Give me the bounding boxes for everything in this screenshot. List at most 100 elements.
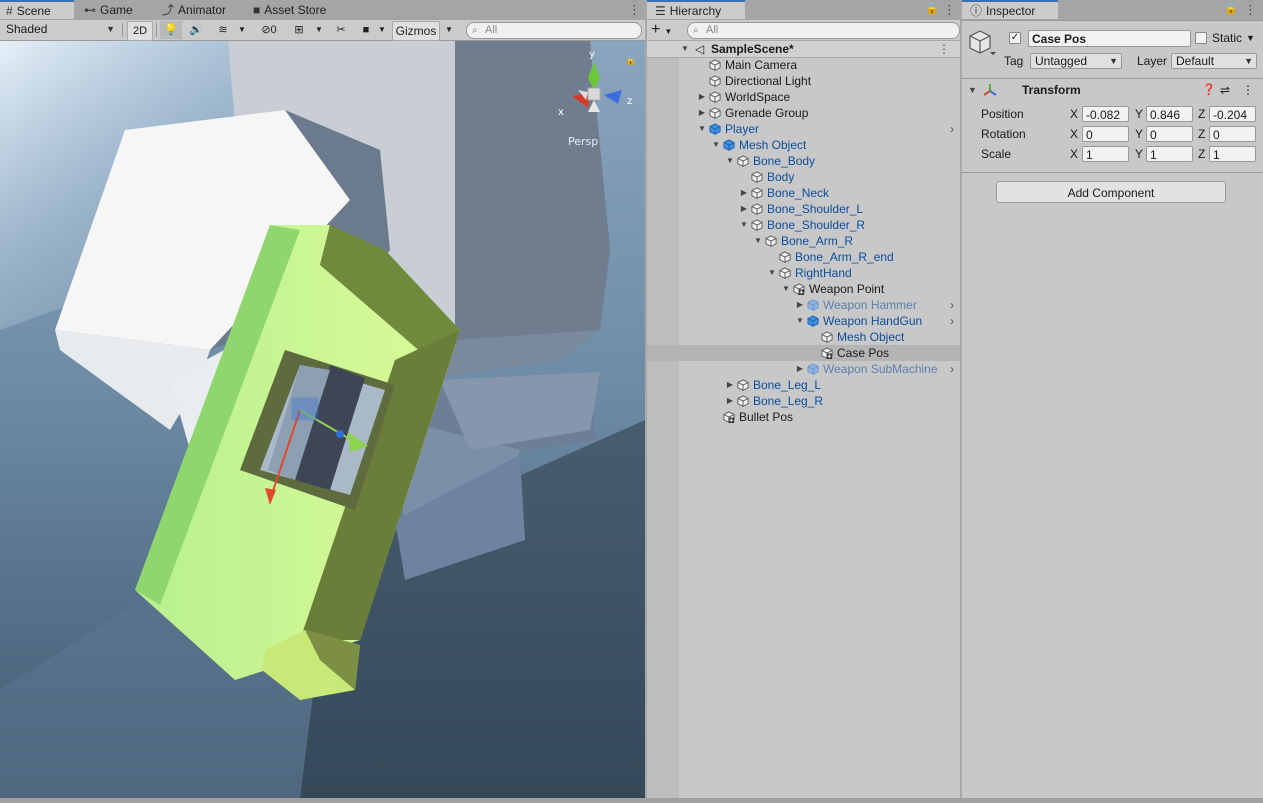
chevron-right-icon[interactable]: ›: [950, 361, 954, 377]
y-axis-label[interactable]: Y: [1135, 106, 1143, 122]
tab-hierarchy[interactable]: ☰ Hierarchy: [647, 0, 745, 19]
hierarchy-row[interactable]: ▼ Mesh Object: [647, 137, 960, 153]
gizmos-button[interactable]: Gizmos: [392, 21, 440, 41]
rotation-x-field[interactable]: 0: [1082, 126, 1129, 142]
collapsed-arrow-icon[interactable]: ▶: [739, 201, 749, 217]
hierarchy-row[interactable]: Main Camera: [647, 57, 960, 73]
expanded-arrow-icon[interactable]: ▼: [711, 137, 721, 153]
scale-z-field[interactable]: 1: [1209, 146, 1256, 162]
chevron-right-icon[interactable]: ›: [950, 313, 954, 329]
scale-x-field[interactable]: 1: [1082, 146, 1129, 162]
hierarchy-row[interactable]: ▶ WorldSpace: [647, 89, 960, 105]
foldout-arrow-icon[interactable]: ▼: [968, 82, 977, 98]
hierarchy-row[interactable]: ▼ Bone_Body: [647, 153, 960, 169]
kebab-menu-icon[interactable]: ⋮: [938, 41, 950, 57]
static-checkbox[interactable]: [1195, 32, 1207, 44]
rotation-z-field[interactable]: 0: [1209, 126, 1256, 142]
collapsed-arrow-icon[interactable]: ▶: [725, 377, 735, 393]
tag-dropdown[interactable]: Untagged ▼: [1030, 53, 1122, 69]
grid-dropdown-icon[interactable]: ▼: [313, 21, 325, 39]
create-button[interactable]: + ▼: [651, 21, 681, 39]
help-icon[interactable]: ❓: [1202, 82, 1216, 98]
hierarchy-row[interactable]: ▶ Bone_Leg_R: [647, 393, 960, 409]
x-axis-label[interactable]: X: [1070, 126, 1078, 142]
hierarchy-search-input[interactable]: ⌕ All: [687, 22, 960, 39]
layer-dropdown[interactable]: Default ▼: [1171, 53, 1257, 69]
tab-game[interactable]: ⊷ Game: [84, 0, 133, 20]
tab-inspector[interactable]: ⓘ Inspector: [962, 0, 1058, 19]
hierarchy-row[interactable]: ▶ Grenade Group: [647, 105, 960, 121]
rotation-y-field[interactable]: 0: [1146, 126, 1193, 142]
effects-toggle-icon[interactable]: ≋: [210, 21, 236, 39]
audio-toggle-icon[interactable]: 🔊: [186, 21, 206, 39]
z-axis-label[interactable]: Z: [1198, 146, 1205, 162]
hierarchy-row[interactable]: Bullet Pos: [647, 409, 960, 425]
x-axis-label[interactable]: X: [1070, 106, 1078, 122]
hierarchy-row[interactable]: ▶ Weapon SubMachine ›: [647, 361, 960, 377]
scale-y-field[interactable]: 1: [1146, 146, 1193, 162]
scene-root-row[interactable]: ▼ ◁ SampleScene* ⋮: [647, 41, 960, 58]
tools-icon[interactable]: ✂: [330, 21, 352, 39]
tab-asset-store[interactable]: ■ Asset Store: [253, 0, 326, 20]
expanded-arrow-icon[interactable]: ▼: [725, 153, 735, 169]
object-name-field[interactable]: Case Pos: [1028, 30, 1191, 47]
hierarchy-row[interactable]: Bone_Arm_R_end: [647, 249, 960, 265]
y-axis-label[interactable]: Y: [1135, 146, 1143, 162]
camera-icon[interactable]: ■: [356, 21, 376, 39]
collapsed-arrow-icon[interactable]: ▶: [697, 105, 707, 121]
hierarchy-row[interactable]: ▶ Bone_Neck: [647, 185, 960, 201]
chevron-right-icon[interactable]: ›: [950, 121, 954, 137]
collapsed-arrow-icon[interactable]: ▶: [795, 361, 805, 377]
y-axis-label[interactable]: Y: [1135, 126, 1143, 142]
kebab-menu-icon[interactable]: ⋮: [943, 2, 956, 18]
z-axis-label[interactable]: Z: [1198, 126, 1205, 142]
hierarchy-row[interactable]: Directional Light: [647, 73, 960, 89]
presets-icon[interactable]: ⇌: [1220, 82, 1230, 98]
transform-row-label[interactable]: Rotation: [981, 126, 1026, 142]
collapsed-arrow-icon[interactable]: ▶: [697, 89, 707, 105]
expanded-arrow-icon[interactable]: ▼: [753, 233, 763, 249]
hierarchy-row[interactable]: ▼ Bone_Shoulder_R: [647, 217, 960, 233]
hierarchy-row[interactable]: ▼ Weapon HandGun ›: [647, 313, 960, 329]
scene-search-input[interactable]: ⌕ All: [466, 22, 642, 39]
lock-icon[interactable]: 🔒: [1224, 2, 1238, 15]
hierarchy-row[interactable]: ▶ Bone_Shoulder_L: [647, 201, 960, 217]
hierarchy-row[interactable]: ▶ Bone_Leg_L: [647, 377, 960, 393]
gizmos-dropdown-icon[interactable]: ▼: [442, 21, 456, 39]
lock-icon[interactable]: 🔒: [925, 2, 939, 15]
camera-dropdown-icon[interactable]: ▼: [376, 21, 388, 39]
lighting-toggle-icon[interactable]: 💡: [160, 21, 182, 39]
hierarchy-row[interactable]: ▼ RightHand: [647, 265, 960, 281]
hierarchy-row[interactable]: ▼ Player ›: [647, 121, 960, 137]
2d-toggle-button[interactable]: 2D: [127, 21, 153, 41]
chevron-down-icon[interactable]: ▼: [1246, 30, 1255, 46]
position-x-field[interactable]: -0.082: [1082, 106, 1129, 122]
z-axis-label[interactable]: Z: [1198, 106, 1205, 122]
active-checkbox[interactable]: ✓: [1009, 32, 1021, 44]
tab-animator[interactable]: ⤴ Animator: [162, 0, 226, 20]
position-y-field[interactable]: 0.846: [1146, 106, 1193, 122]
hierarchy-row[interactable]: ▶ Weapon Hammer ›: [647, 297, 960, 313]
collapsed-arrow-icon[interactable]: ▶: [725, 393, 735, 409]
hierarchy-row[interactable]: Body: [647, 169, 960, 185]
expand-arrow-icon[interactable]: ▼: [680, 41, 690, 57]
hierarchy-row[interactable]: ▼ Bone_Arm_R: [647, 233, 960, 249]
expanded-arrow-icon[interactable]: ▼: [781, 281, 791, 297]
tab-scene[interactable]: # Scene: [0, 0, 74, 19]
expanded-arrow-icon[interactable]: ▼: [739, 217, 749, 233]
transform-row-label[interactable]: Position: [981, 106, 1024, 122]
hierarchy-row[interactable]: Case Pos: [647, 345, 960, 361]
shading-mode-dropdown[interactable]: Shaded ▼: [2, 21, 118, 38]
expanded-arrow-icon[interactable]: ▼: [697, 121, 707, 137]
collapsed-arrow-icon[interactable]: ▶: [739, 185, 749, 201]
kebab-menu-icon[interactable]: ⋮: [628, 2, 641, 18]
kebab-menu-icon[interactable]: ⋮: [1242, 82, 1254, 98]
hierarchy-row[interactable]: ▼ Weapon Point: [647, 281, 960, 297]
expanded-arrow-icon[interactable]: ▼: [795, 313, 805, 329]
chevron-right-icon[interactable]: ›: [950, 297, 954, 313]
add-component-button[interactable]: Add Component: [996, 181, 1226, 203]
position-z-field[interactable]: -0.204: [1209, 106, 1256, 122]
collapsed-arrow-icon[interactable]: ▶: [795, 297, 805, 313]
grid-snap-icon[interactable]: ⊞: [287, 21, 311, 39]
kebab-menu-icon[interactable]: ⋮: [1244, 2, 1257, 18]
